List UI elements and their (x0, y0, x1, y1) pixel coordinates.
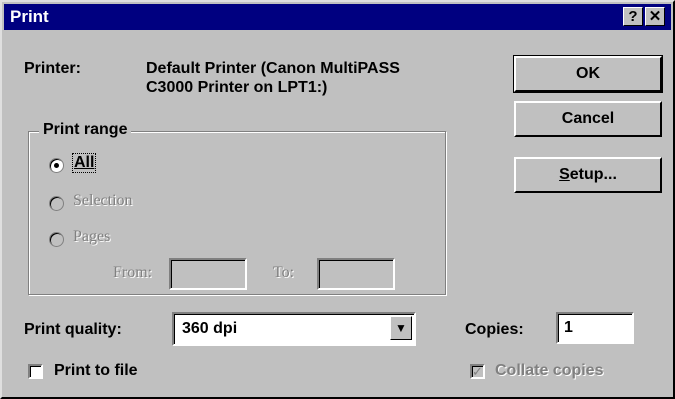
copies-value: 1 (564, 319, 573, 336)
printer-label: Printer: (24, 60, 81, 77)
radio-all[interactable] (49, 158, 64, 173)
help-button[interactable]: ? (623, 7, 643, 26)
print-range-title: Print range (39, 121, 132, 139)
collate-copies-label[interactable]: Collate copies (495, 362, 603, 380)
print-to-file-checkbox[interactable] (28, 364, 43, 379)
copies-label: Copies: (465, 321, 524, 338)
to-field[interactable] (317, 258, 395, 290)
cancel-button[interactable]: Cancel (514, 101, 662, 137)
to-label: To: (273, 264, 295, 281)
title-bar[interactable]: Print ? ✕ (4, 4, 671, 30)
chevron-down-icon[interactable]: ▼ (390, 316, 412, 340)
print-quality-select[interactable]: 360 dpi ▼ (172, 312, 416, 346)
printer-name-line2: C3000 Printer on LPT1:) (146, 79, 328, 96)
collate-copies-checkbox[interactable]: ✓ (470, 364, 485, 379)
print-quality-label: Print quality: (24, 321, 122, 338)
print-range-group: Print range All Selection Pages From: To… (28, 121, 446, 295)
print-quality-value: 360 dpi (182, 320, 238, 337)
setup-accelerator: S (559, 166, 570, 183)
window-title: Print (10, 7, 49, 26)
radio-pages-label[interactable]: Pages (73, 228, 110, 246)
radio-pages[interactable] (49, 232, 64, 247)
print-to-file-label[interactable]: Print to file (54, 362, 138, 380)
radio-selection-label[interactable]: Selection (73, 192, 133, 210)
radio-selection[interactable] (49, 196, 64, 211)
close-button[interactable]: ✕ (645, 7, 665, 26)
ok-button[interactable]: OK (513, 55, 663, 93)
from-field[interactable] (169, 258, 247, 290)
from-label: From: (113, 264, 153, 281)
printer-name-line1: Default Printer (Canon MultiPASS (146, 60, 400, 77)
print-dialog: Print ? ✕ Printer: Default Printer (Cano… (0, 0, 675, 399)
copies-field[interactable]: 1 (556, 312, 634, 344)
radio-all-label[interactable]: All (71, 153, 97, 173)
setup-label-rest: etup... (569, 166, 617, 183)
setup-button[interactable]: Setup... (514, 157, 662, 193)
